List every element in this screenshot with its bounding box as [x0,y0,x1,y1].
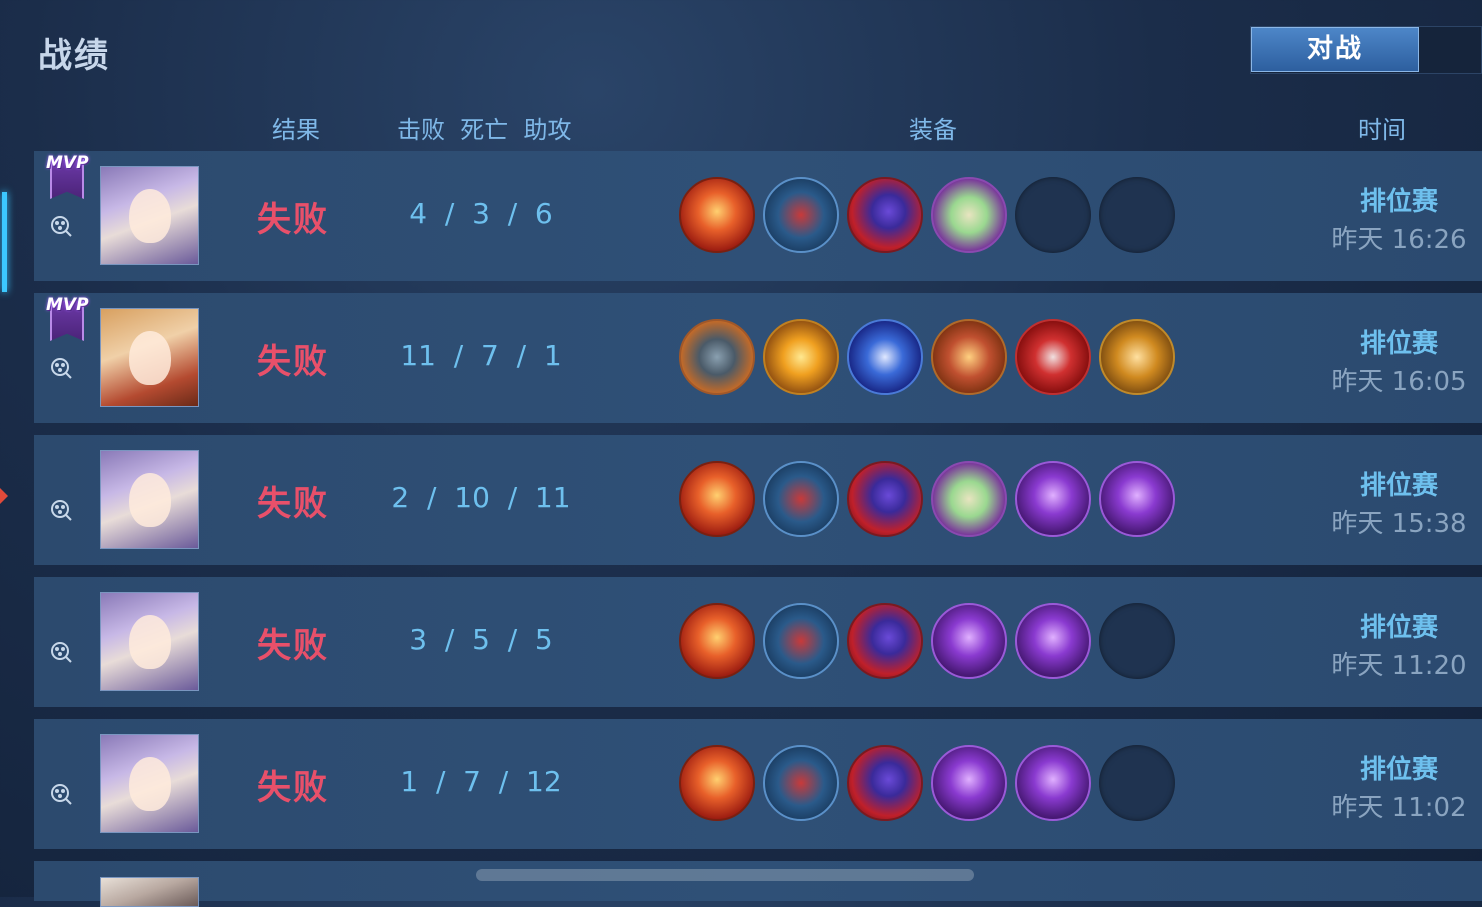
column-header-time: 时间 [1358,116,1406,144]
lightning-blade-icon[interactable] [763,319,839,395]
tab-battle[interactable]: 对战 [1251,27,1419,72]
match-time: 昨天 11:20 [1331,651,1467,681]
match-time: 昨天 16:05 [1331,367,1467,397]
match-result: 失败 [257,200,329,240]
purple-hat-icon[interactable] [847,603,923,679]
match-row[interactable]: 失败 3 / 5 / 5 排位赛昨天 11:20 [34,577,1482,707]
replay-icon[interactable] [50,357,72,379]
arcane-staff-icon[interactable] [931,745,1007,821]
empty-slot[interactable] [1015,177,1091,253]
arcane-staff-icon[interactable] [1015,745,1091,821]
hero-avatar[interactable] [100,450,199,549]
arcane-staff-icon[interactable] [931,603,1007,679]
hero-face [129,757,171,811]
match-result: 失败 [257,342,329,382]
mvp-badge: MVP [46,153,89,199]
match-row[interactable]: 失败 1 / 7 / 12 排位赛昨天 11:02 [34,719,1482,849]
golden-scythe-icon[interactable] [1099,319,1175,395]
magic-book-icon[interactable] [931,177,1007,253]
side-arrow-icon[interactable] [0,488,8,504]
fire-gauntlet-icon[interactable] [679,745,755,821]
fire-gauntlet-icon[interactable] [679,177,755,253]
match-time: 昨天 15:38 [1331,509,1467,539]
red-boots-icon[interactable] [763,745,839,821]
kda-stats: 4 / 3 / 6 [409,197,553,230]
hero-face [129,473,171,527]
column-header-equipment: 装备 [909,116,957,144]
match-row[interactable]: MVP 失败 4 / 3 / 6 排位赛昨天 16:26 [34,151,1482,281]
trident-icon[interactable] [847,319,923,395]
arcane-staff-icon[interactable] [1015,603,1091,679]
column-header-kda: 击败 死亡 助攻 [397,116,572,144]
red-boots-icon[interactable] [763,603,839,679]
mvp-label: MVP [46,153,89,173]
column-header-result: 结果 [272,116,320,144]
match-result: 失败 [257,626,329,666]
hero-face [129,331,171,385]
magic-book-icon[interactable] [931,461,1007,537]
match-row[interactable]: MVP 失败 11 / 7 / 1 排位赛昨天 16:05 [34,293,1482,423]
empty-slot[interactable] [1099,603,1175,679]
match-row-partial[interactable] [34,861,1482,907]
kda-stats: 1 / 7 / 12 [400,765,562,798]
match-time: 昨天 11:02 [1331,793,1467,823]
claw-blade-icon[interactable] [931,319,1007,395]
hero-avatar[interactable] [100,166,199,265]
hero-face [129,615,171,669]
purple-hat-icon[interactable] [847,745,923,821]
fire-gauntlet-icon[interactable] [679,603,755,679]
kda-stats: 3 / 5 / 5 [409,623,553,656]
hero-avatar[interactable] [100,592,199,691]
arcane-staff-icon[interactable] [1099,461,1175,537]
hero-avatar [100,877,199,907]
fire-gauntlet-icon[interactable] [679,461,755,537]
empty-slot[interactable] [1099,745,1175,821]
match-result: 失败 [257,484,329,524]
mvp-badge: MVP [46,295,89,341]
match-result: 失败 [257,768,329,808]
kda-stats: 2 / 10 / 11 [391,481,571,514]
purple-hat-icon[interactable] [847,177,923,253]
game-mode: 排位赛 [1359,613,1438,643]
replay-icon[interactable] [50,499,72,521]
match-row[interactable]: 失败 2 / 10 / 11 排位赛昨天 15:38 [34,435,1482,565]
red-boots-icon[interactable] [763,461,839,537]
armor-boots-icon[interactable] [679,319,755,395]
hero-avatar[interactable] [100,308,199,407]
hero-face [129,189,171,243]
replay-icon[interactable] [50,783,72,805]
horizontal-scrollbar[interactable] [476,869,974,881]
war-hammer-icon[interactable] [1015,319,1091,395]
hero-avatar[interactable] [100,734,199,833]
red-boots-icon[interactable] [763,177,839,253]
side-panel-handle[interactable] [2,192,7,292]
game-mode: 排位赛 [1359,187,1438,217]
match-time: 昨天 16:26 [1331,225,1467,255]
kda-stats: 11 / 7 / 1 [400,339,562,372]
game-mode: 排位赛 [1359,329,1438,359]
mvp-label: MVP [46,295,89,315]
empty-slot[interactable] [1099,177,1175,253]
replay-icon[interactable] [50,215,72,237]
replay-icon[interactable] [50,641,72,663]
game-mode: 排位赛 [1359,471,1438,501]
purple-hat-icon[interactable] [847,461,923,537]
arcane-staff-icon[interactable] [1015,461,1091,537]
game-mode: 排位赛 [1359,755,1438,785]
page-title: 战绩 [38,36,110,76]
